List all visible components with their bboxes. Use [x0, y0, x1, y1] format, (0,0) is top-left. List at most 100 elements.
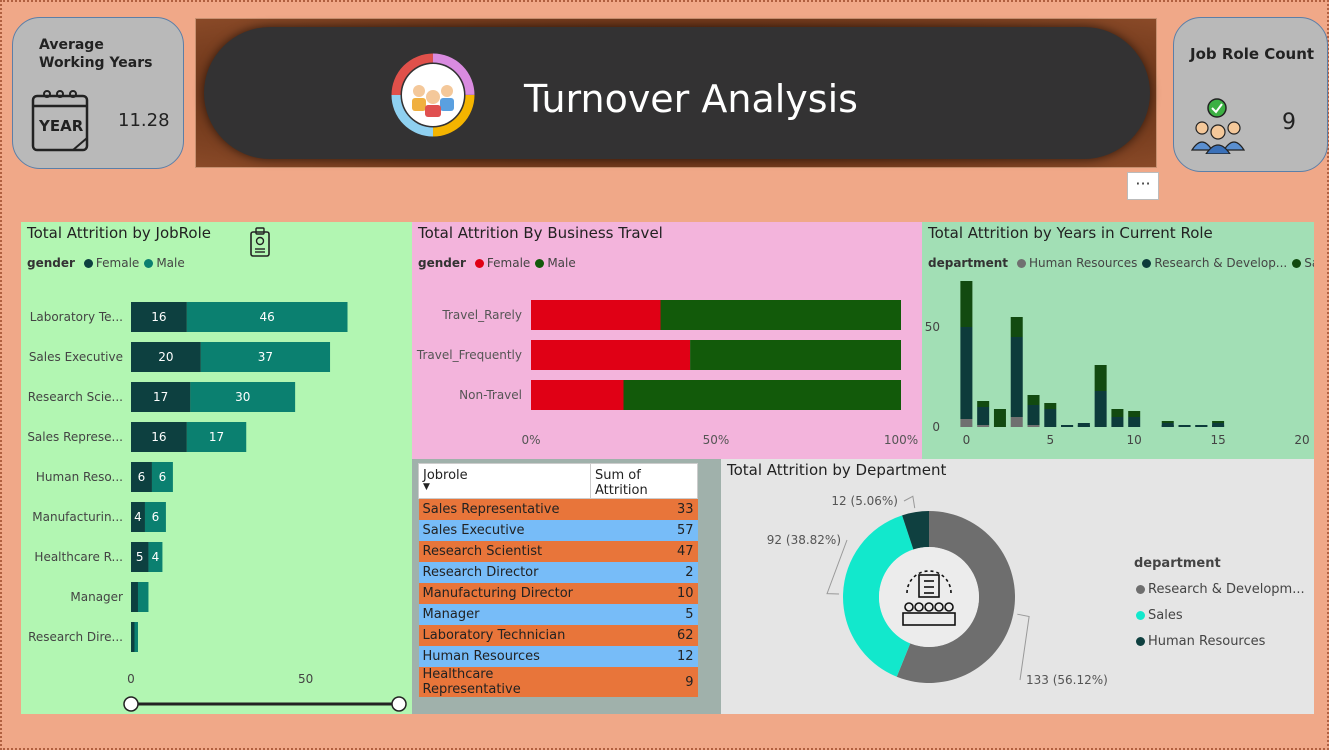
kpi-avg-years-value: 11.28: [118, 110, 170, 131]
table-cell-jobrole: Manager: [418, 604, 591, 625]
years-x-tick: 20: [1294, 433, 1309, 447]
years-bar-segment: [977, 401, 990, 407]
table-row[interactable]: Sales Representative 33: [418, 498, 698, 520]
years-bar-segment: [1061, 425, 1074, 427]
jobrole-data-label: 16: [151, 430, 166, 444]
jobrole-bar-male: [137, 582, 149, 612]
years-bar-segment: [1178, 425, 1191, 427]
jobrole-attrition-table: Jobrole ▼ Sum of Attrition Sales Represen…: [418, 463, 698, 697]
table-row[interactable]: Healthcare Representative 9: [418, 667, 698, 697]
table-row[interactable]: Human Resources 12: [418, 646, 698, 667]
table-cell-jobrole: Research Scientist: [418, 541, 591, 562]
sort-down-icon: ▼: [423, 482, 430, 492]
years-bar-segment: [1027, 425, 1040, 427]
table-row[interactable]: Research Scientist 47: [418, 541, 698, 562]
table-cell-sum: 33: [590, 498, 698, 520]
years-chart-panel[interactable]: Total Attrition by Years in Current Role…: [922, 222, 1314, 459]
years-bar-segment: [1010, 417, 1023, 427]
years-x-tick: 5: [1046, 433, 1054, 447]
jobrole-data-label: 17: [153, 390, 168, 404]
travel-x-tick: 50%: [703, 433, 730, 447]
legend-hr-dot: [1136, 637, 1145, 646]
table-cell-sum: 57: [590, 520, 698, 541]
table-row[interactable]: Laboratory Technician 62: [418, 625, 698, 646]
years-bar-segment: [1077, 425, 1090, 427]
jobrole-data-label: 46: [260, 310, 275, 324]
travel-x-tick: 0%: [521, 433, 540, 447]
jobrole-data-label: 20: [158, 350, 173, 364]
jobrole-category-label: Sales Executive: [29, 350, 123, 364]
header-banner: Turnover Analysis: [195, 18, 1157, 168]
travel-bar-chart: Travel_Rarely Travel_Frequently Non-Travel…: [416, 300, 918, 447]
years-bar-segment: [1010, 317, 1023, 337]
header-pill: Turnover Analysis: [204, 27, 1150, 159]
jobrole-table-panel[interactable]: Jobrole ▼ Sum of Attrition Sales Represen…: [412, 459, 721, 714]
table-header-sum[interactable]: Sum of Attrition: [590, 463, 698, 499]
kpi-average-working-years[interactable]: Average Working Years YEAR 11.28: [12, 17, 184, 169]
travel-category-label: Travel_Frequently: [416, 348, 522, 362]
jobrole-category-label: Healthcare R...: [34, 550, 123, 564]
table-cell-jobrole: Laboratory Technician: [418, 625, 591, 646]
years-bar-segment: [1044, 409, 1057, 427]
jobrole-data-label: 4: [134, 510, 142, 524]
years-bar-segment: [1195, 425, 1208, 427]
table-row[interactable]: Research Director 2: [418, 562, 698, 583]
dept-data-label: 12 (5.06%): [831, 494, 898, 508]
years-bar-segment: [1027, 395, 1040, 405]
table-cell-jobrole: Sales Representative: [418, 498, 591, 520]
jobrole-data-label: 6: [159, 470, 167, 484]
years-bar-segment: [1094, 391, 1107, 427]
years-y-tick: 0: [932, 420, 940, 434]
dept-data-label: 92 (38.82%): [767, 533, 841, 547]
svg-text:YEAR: YEAR: [38, 117, 84, 135]
years-bar-segment: [1094, 365, 1107, 391]
table-cell-sum: 12: [590, 646, 698, 667]
table-cell-sum: 2: [590, 562, 698, 583]
kpi-avg-years-label: Average Working Years: [39, 37, 153, 71]
jobrole-data-label: 6: [138, 470, 146, 484]
more-options-button[interactable]: ···: [1127, 172, 1159, 200]
years-bar-segment: [1128, 411, 1141, 417]
travel-chart-panel[interactable]: Total Attrition By Business Travel gende…: [412, 222, 922, 459]
years-bar-segment: [1212, 421, 1225, 423]
legend-sales-dot: [1136, 611, 1145, 620]
year-calendar-icon: YEAR: [31, 90, 89, 152]
dept-label-leader: [903, 495, 916, 509]
jobrole-x-tick: 50: [298, 672, 313, 686]
years-bar-segment: [1212, 425, 1225, 427]
table-row[interactable]: Sales Executive 57: [418, 520, 698, 541]
years-bar-segment: [977, 425, 990, 427]
jobrole-data-label: 6: [152, 510, 160, 524]
table-cell-sum: 10: [590, 583, 698, 604]
years-bar-chart: 0 5 10 15 20 0 50: [925, 281, 1310, 447]
dashboard-page: Average Working Years YEAR 11.28 Turnove…: [0, 0, 1329, 750]
travel-category-label: Travel_Rarely: [441, 308, 522, 322]
page-title: Turnover Analysis: [524, 77, 858, 121]
table-cell-sum: 47: [590, 541, 698, 562]
legend-rd-dot: [1136, 585, 1145, 594]
jobrole-category-label: Manager: [70, 590, 123, 604]
jobrole-chart-panel[interactable]: Total Attrition by JobRole gender Female M…: [21, 222, 412, 714]
years-bar-segment: [1044, 403, 1057, 409]
travel-category-label: Non-Travel: [459, 388, 522, 402]
table-row[interactable]: Manufacturing Director 10: [418, 583, 698, 604]
jobrole-bar-male: [134, 622, 138, 652]
years-bar-segment: [993, 409, 1006, 427]
years-bar-segment: [1128, 417, 1141, 427]
table-cell-sum: 62: [590, 625, 698, 646]
years-bar-segment: [1161, 425, 1174, 427]
zoom-slider-handle-right: [391, 696, 407, 712]
years-y-tick: 50: [925, 320, 940, 334]
table-cell-jobrole: Research Director: [418, 562, 591, 583]
years-x-tick: 15: [1210, 433, 1225, 447]
table-row[interactable]: Manager 5: [418, 604, 698, 625]
travel-bar-male: [623, 380, 901, 410]
table-cell-jobrole: Manufacturing Director: [418, 583, 591, 604]
kpi-job-role-count[interactable]: Job Role Count 9: [1173, 17, 1328, 172]
jobrole-data-label: 4: [152, 550, 160, 564]
dept-chart-panel[interactable]: Total Attrition by Department 133 (56.12…: [721, 459, 1314, 714]
years-bar-segment: [960, 281, 973, 327]
table-header-jobrole[interactable]: Jobrole ▼: [418, 463, 591, 499]
jobrole-category-label: Laboratory Te...: [30, 310, 123, 324]
years-bar-segment: [1111, 409, 1124, 417]
